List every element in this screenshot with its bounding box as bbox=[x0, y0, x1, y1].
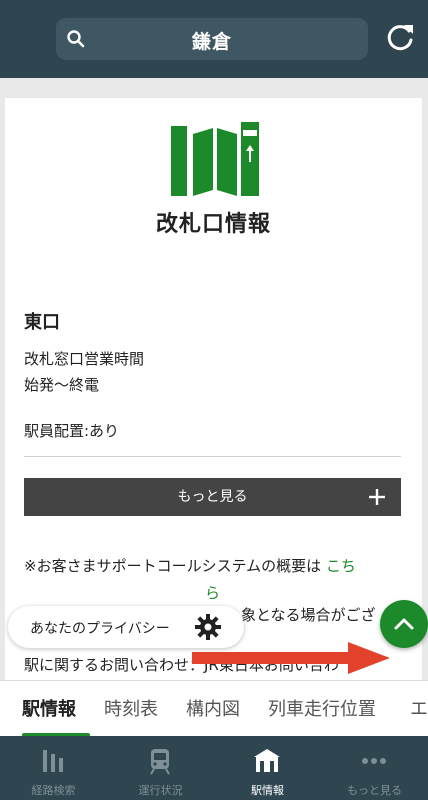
tab-more-partial[interactable]: エ bbox=[410, 695, 428, 721]
scroll-to-top-button[interactable] bbox=[380, 600, 428, 648]
support-description: ※お客さまサポートコールシステムの概要は bbox=[24, 557, 322, 575]
tab-train-position[interactable]: 列車走行位置 bbox=[268, 695, 376, 721]
route-icon bbox=[43, 750, 63, 772]
notice-text: 象となる場合がござ bbox=[241, 606, 376, 624]
support-text: ※お客さまサポートコールシステムの概要は こち bbox=[24, 554, 404, 578]
station-name: 鎌倉 bbox=[191, 31, 232, 53]
privacy-settings-button[interactable]: あなたのプライバシー bbox=[8, 606, 244, 648]
privacy-label: あなたのプライバシー bbox=[30, 621, 170, 637]
nav-label: 経路検索 bbox=[31, 784, 76, 797]
station-search-box[interactable]: 鎌倉 bbox=[56, 18, 368, 60]
more-dots-icon bbox=[362, 758, 386, 764]
ticket-gate-icon bbox=[171, 122, 259, 196]
station-tab-bar: 駅情報 時刻表 構内図 列車走行位置 エ bbox=[0, 680, 428, 736]
staff-info: 駅員配置:あり bbox=[24, 422, 120, 440]
hours-value: 始発〜終電 bbox=[24, 376, 100, 394]
app-header: 鎌倉 bbox=[0, 0, 428, 78]
tab-station-map[interactable]: 構内図 bbox=[186, 695, 240, 721]
exit-name: 東口 bbox=[24, 312, 60, 333]
bottom-navigation: 経路検索 運行状況 駅情報 もっと見る bbox=[0, 736, 428, 800]
nav-label: 運行状況 bbox=[138, 784, 183, 797]
support-link-continued[interactable]: ら bbox=[205, 582, 220, 603]
tab-timetable[interactable]: 時刻表 bbox=[104, 695, 158, 721]
nav-label: 駅情報 bbox=[251, 784, 284, 797]
nav-route-search[interactable]: 経路検索 bbox=[0, 736, 107, 800]
show-more-button[interactable]: もっと見る bbox=[24, 478, 401, 516]
nav-more[interactable]: もっと見る bbox=[321, 736, 428, 800]
tab-station-info[interactable]: 駅情報 bbox=[22, 695, 76, 721]
section-title: 改札口情報 bbox=[155, 212, 271, 237]
hours-label: 改札窓口営業時間 bbox=[24, 350, 145, 368]
nav-label: もっと見る bbox=[347, 784, 402, 797]
gear-icon bbox=[195, 614, 221, 640]
plus-icon bbox=[369, 489, 385, 505]
refresh-icon[interactable] bbox=[384, 22, 416, 54]
nav-station-info[interactable]: 駅情報 bbox=[214, 736, 321, 800]
station-icon bbox=[254, 749, 280, 772]
support-link[interactable]: こち bbox=[326, 557, 356, 575]
train-icon bbox=[150, 749, 170, 775]
chevron-up-icon bbox=[394, 618, 414, 630]
nav-service-status[interactable]: 運行状況 bbox=[107, 736, 214, 800]
divider bbox=[24, 456, 401, 457]
show-more-label: もっと見る bbox=[177, 489, 248, 505]
